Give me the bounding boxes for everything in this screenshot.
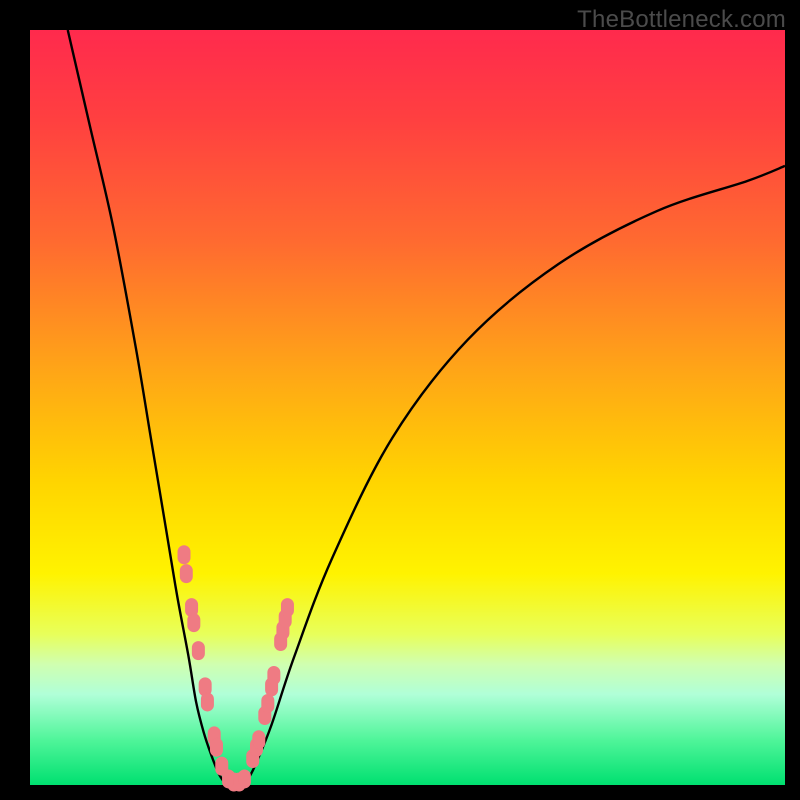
data-marker [268,667,280,685]
chart-svg [30,30,785,785]
chart-frame: TheBottleneck.com [0,0,800,800]
data-marker [238,770,250,788]
data-marker [210,738,222,756]
data-marker [178,546,190,564]
curve-left [68,30,227,785]
data-marker [262,694,274,712]
data-marker [201,693,213,711]
plot-area [30,30,785,785]
data-marker [180,565,192,583]
curve-right [241,166,785,785]
data-marker [281,599,293,617]
data-marker [188,614,200,632]
data-marker [253,731,265,749]
data-marker [192,642,204,660]
marker-layer [178,546,293,791]
